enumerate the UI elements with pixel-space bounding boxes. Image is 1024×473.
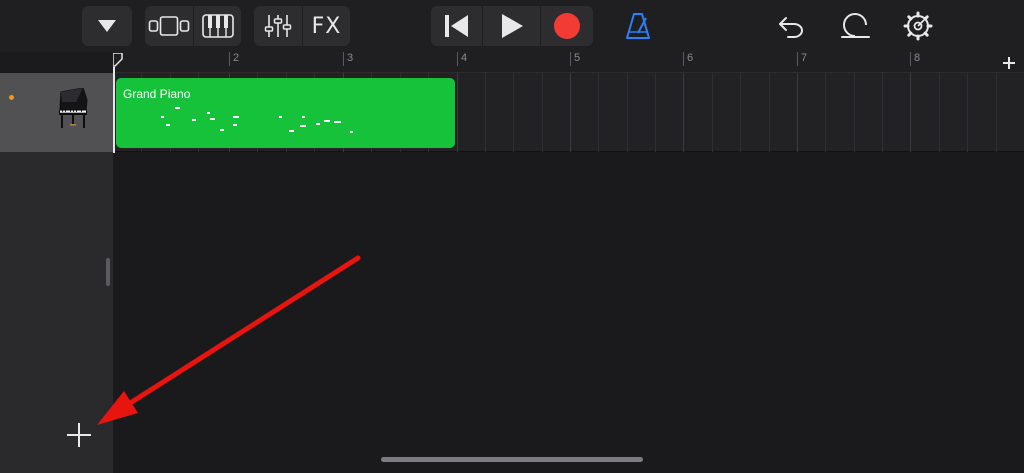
plus-icon: [1003, 56, 1015, 69]
rewind-button[interactable]: [431, 6, 482, 46]
loop-icon: [841, 13, 870, 38]
midi-note: [207, 112, 210, 114]
home-indicator[interactable]: [381, 457, 643, 462]
fx-label: FX: [311, 13, 342, 39]
rewind-icon: [444, 15, 468, 37]
metronome-icon: [626, 13, 650, 39]
gear-icon: [903, 11, 933, 41]
ruler-bar-number: 8: [910, 52, 920, 66]
ruler-bar-number: 7: [797, 52, 807, 66]
ruler-bar-number: 5: [570, 52, 580, 66]
metronome-button[interactable]: [619, 6, 657, 46]
ruler-bar-number: 3: [343, 52, 353, 66]
fx-button[interactable]: FX: [302, 6, 350, 46]
midi-note: [161, 116, 164, 118]
midi-note: [166, 124, 170, 126]
midi-note: [350, 131, 353, 133]
record-icon: [554, 13, 580, 39]
midi-note: [192, 119, 196, 121]
grand-piano-icon: [59, 88, 88, 128]
midi-note: [210, 118, 215, 120]
control-bar: FX: [0, 0, 1024, 52]
midi-note: [220, 129, 224, 131]
plus-icon: [67, 423, 91, 447]
tracks-view-button[interactable]: [145, 6, 193, 46]
midi-note: [334, 121, 341, 123]
loop-browser-button[interactable]: [835, 6, 875, 46]
mixer-sliders-icon: [264, 15, 292, 37]
view-toggle-group: [145, 6, 241, 46]
midi-note: [302, 116, 305, 118]
timeline-ruler[interactable]: 2 3 4 5 6 7 8: [113, 52, 1024, 73]
undo-icon: [779, 17, 803, 38]
midi-region-grand-piano[interactable]: Grand Piano: [116, 78, 455, 148]
settings-button[interactable]: [898, 6, 938, 46]
ruler-bar-number: 2: [229, 52, 239, 66]
track-header-resize-handle[interactable]: [106, 258, 110, 286]
triangle-down-icon: [98, 20, 116, 32]
view-menu-group: [82, 6, 132, 46]
midi-note: [233, 116, 239, 118]
add-section-button[interactable]: [994, 52, 1024, 73]
midi-note: [300, 125, 306, 127]
midi-note: [175, 107, 180, 109]
view-menu-button[interactable]: [82, 6, 132, 46]
track-indicator-dot: [9, 95, 14, 100]
mixer-fx-group: FX: [254, 6, 350, 46]
midi-note: [316, 123, 320, 125]
add-track-button[interactable]: [60, 416, 98, 454]
playhead-handle[interactable]: [113, 53, 123, 67]
keyboard-button[interactable]: [193, 6, 241, 46]
play-icon: [501, 14, 523, 38]
mixer-button[interactable]: [254, 6, 302, 46]
midi-note: [279, 116, 282, 118]
midi-note: [289, 130, 294, 132]
ruler-bar-number: 4: [457, 52, 467, 66]
undo-button[interactable]: [772, 6, 810, 46]
ruler-bar-number: 6: [683, 52, 693, 66]
region-title: Grand Piano: [123, 87, 191, 101]
record-button[interactable]: [540, 6, 593, 46]
midi-note: [233, 124, 237, 126]
playhead[interactable]: [113, 67, 115, 153]
midi-note: [324, 120, 330, 122]
tracks-view-icon: [148, 16, 190, 36]
keyboard-icon: [201, 14, 234, 38]
play-button[interactable]: [482, 6, 540, 46]
transport-group: [431, 6, 593, 46]
